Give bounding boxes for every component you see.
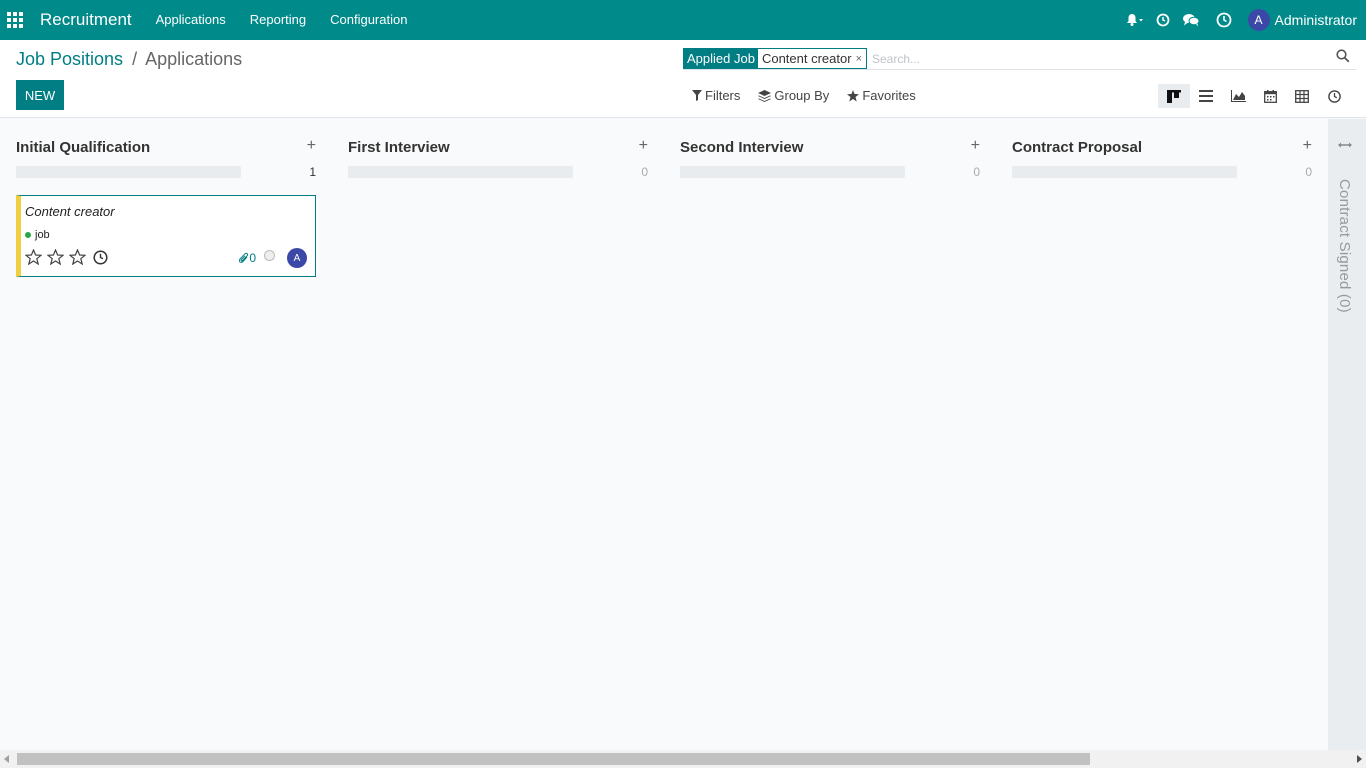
assignee-avatar[interactable]: A xyxy=(287,248,307,268)
kanban-card[interactable]: Content creator job 0 A xyxy=(16,195,316,277)
apps-menu-icon[interactable] xyxy=(0,0,30,40)
folded-column[interactable]: Contract Signed (0) xyxy=(1328,119,1366,750)
expand-arrows-icon[interactable] xyxy=(1338,137,1352,152)
search-facet: Applied Job Content creator × xyxy=(683,48,867,69)
search-icon[interactable] xyxy=(1336,49,1350,66)
star-icon[interactable] xyxy=(25,249,42,265)
clock-icon[interactable] xyxy=(1150,0,1176,40)
scrollbar-thumb[interactable] xyxy=(17,753,1090,765)
menu-applications[interactable]: Applications xyxy=(144,0,238,40)
facet-remove-icon[interactable]: × xyxy=(856,53,862,65)
breadcrumb: Job Positions / Applications xyxy=(16,49,242,70)
activity-view-button[interactable] xyxy=(1318,84,1350,108)
group-by-button[interactable]: Group By xyxy=(758,88,829,103)
user-avatar: A xyxy=(1247,9,1270,31)
new-button[interactable]: NEW xyxy=(16,80,64,110)
kanban-view-button[interactable] xyxy=(1158,84,1190,108)
column-progress-bar[interactable] xyxy=(1012,166,1237,178)
graph-view-button[interactable] xyxy=(1222,84,1254,108)
column-count: 0 xyxy=(1305,165,1312,179)
filter-icon xyxy=(692,90,702,101)
column-count: 0 xyxy=(973,165,980,179)
star-icon[interactable] xyxy=(47,249,64,265)
activity-clock-icon[interactable] xyxy=(93,249,108,265)
menu-reporting[interactable]: Reporting xyxy=(238,0,318,40)
kanban-board: Initial Qualification + 1 Content creato… xyxy=(0,119,1366,750)
column-count: 0 xyxy=(641,165,648,179)
quick-create-icon[interactable]: + xyxy=(639,137,648,155)
area-chart-icon xyxy=(1230,90,1246,102)
user-menu[interactable]: A Administrator xyxy=(1242,0,1366,40)
facet-label: Applied Job xyxy=(684,49,758,68)
filters-button[interactable]: Filters xyxy=(692,88,740,103)
paperclip-icon xyxy=(239,252,249,263)
kanban-icon xyxy=(1167,89,1181,103)
menu-configuration[interactable]: Configuration xyxy=(318,0,419,40)
facet-value: Content creator × xyxy=(757,49,866,68)
favorites-button[interactable]: Favorites xyxy=(847,88,916,103)
card-tag: job xyxy=(25,229,50,241)
column-title[interactable]: First Interview xyxy=(348,139,450,156)
column-title[interactable]: Initial Qualification xyxy=(16,139,150,156)
control-panel: Job Positions / Applications NEW Applied… xyxy=(0,40,1366,118)
favorites-label: Favorites xyxy=(862,88,916,103)
view-switcher xyxy=(1158,84,1350,108)
tag-dot xyxy=(25,232,31,238)
clock-icon xyxy=(1327,89,1341,103)
quick-create-icon[interactable]: + xyxy=(307,137,316,155)
card-title: Content creator xyxy=(25,204,115,219)
list-view-button[interactable] xyxy=(1190,84,1222,108)
search-input[interactable] xyxy=(872,51,1312,66)
quick-create-icon[interactable]: + xyxy=(1303,137,1312,155)
horizontal-scrollbar[interactable] xyxy=(0,750,1366,768)
attachment-count: 0 xyxy=(239,251,256,265)
scroll-left-arrow-icon[interactable] xyxy=(4,755,9,763)
calendar-icon xyxy=(1263,89,1277,103)
app-brand[interactable]: Recruitment xyxy=(40,10,132,30)
filter-bar: Filters Group By Favorites xyxy=(692,88,934,103)
column-progress-bar[interactable] xyxy=(680,166,905,178)
kanban-state-icon[interactable] xyxy=(264,249,275,261)
priority-stars xyxy=(25,249,108,265)
facet-value-text: Content creator xyxy=(761,51,852,66)
table-icon xyxy=(1295,89,1309,103)
bell-icon[interactable] xyxy=(1120,0,1150,40)
top-navbar: Recruitment Applications Reporting Confi… xyxy=(0,0,1366,40)
card-footer-right: 0 A xyxy=(239,248,307,268)
attachment-count-value: 0 xyxy=(249,251,256,265)
user-name: Administrator xyxy=(1274,12,1357,28)
filters-label: Filters xyxy=(705,88,741,103)
pivot-view-button[interactable] xyxy=(1286,84,1318,108)
list-icon xyxy=(1199,90,1213,102)
chat-icon[interactable] xyxy=(1176,0,1206,40)
scroll-right-arrow-icon[interactable] xyxy=(1357,755,1362,763)
column-progress-bar[interactable] xyxy=(348,166,573,178)
column-progress-bar[interactable] xyxy=(16,166,241,178)
breadcrumb-current: Applications xyxy=(145,49,243,69)
column-title[interactable]: Second Interview xyxy=(680,139,803,156)
folded-column-title: Contract Signed (0) xyxy=(1336,179,1353,313)
breadcrumb-job-positions[interactable]: Job Positions xyxy=(16,49,123,69)
calendar-view-button[interactable] xyxy=(1254,84,1286,108)
star-icon xyxy=(847,89,860,101)
column-title[interactable]: Contract Proposal xyxy=(1012,139,1142,156)
card-tag-label: job xyxy=(35,229,50,241)
group-by-label: Group By xyxy=(774,88,830,103)
activity-clock-icon[interactable] xyxy=(1206,0,1242,40)
search-bar: Applied Job Content creator × xyxy=(683,48,1356,70)
quick-create-icon[interactable]: + xyxy=(971,137,980,155)
star-icon[interactable] xyxy=(69,249,86,265)
layers-icon xyxy=(758,89,772,102)
column-count: 1 xyxy=(309,165,316,179)
breadcrumb-separator: / xyxy=(132,49,138,69)
